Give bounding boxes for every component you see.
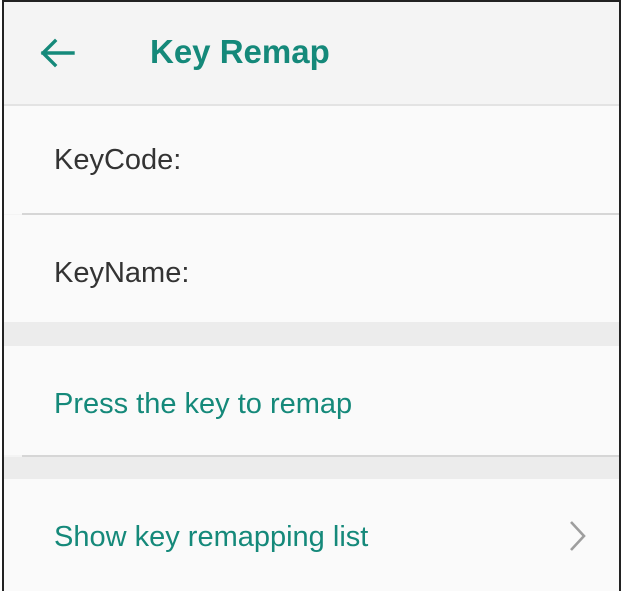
key-remap-screen: Key Remap KeyCode: KeyName: Press the ke… [2,0,621,591]
keyname-label: KeyName: [54,257,190,289]
keycode-label: KeyCode: [54,144,182,176]
back-button[interactable] [34,30,80,76]
chevron-right-icon [570,521,586,551]
show-remap-list-row[interactable]: Show key remapping list [4,479,619,591]
press-key-label: Press the key to remap [54,388,353,420]
section-gap [4,457,619,479]
show-remap-list-label: Show key remapping list [54,521,369,553]
keyname-row: KeyName: [4,215,619,322]
page-title: Key Remap [150,33,330,70]
press-key-row[interactable]: Press the key to remap [4,346,619,455]
section-gap [4,322,619,346]
keycode-row: KeyCode: [4,106,619,214]
arrow-left-icon [40,38,75,68]
app-bar: Key Remap [4,2,619,106]
